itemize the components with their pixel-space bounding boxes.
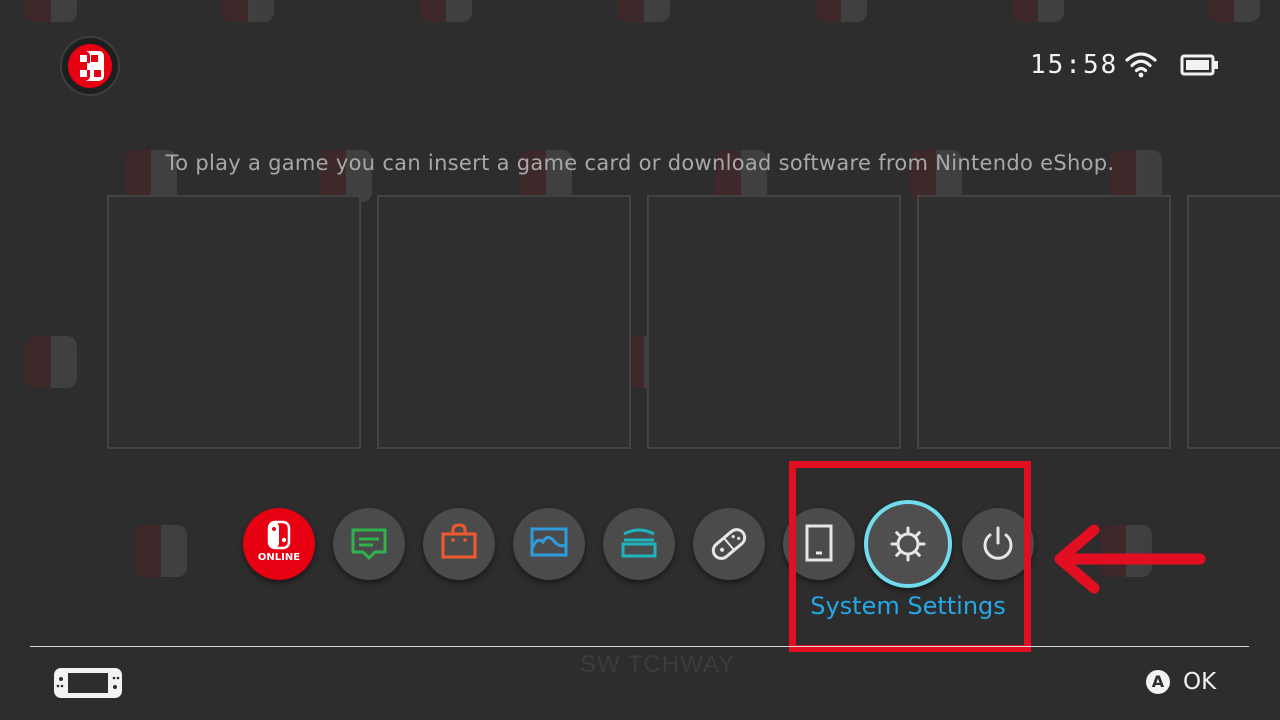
controllers-button[interactable] xyxy=(603,508,675,580)
game-slot[interactable] xyxy=(107,195,361,449)
news-icon xyxy=(351,528,387,560)
watermark-text: SW TCHWAY xyxy=(580,651,736,678)
console-icon xyxy=(53,667,123,703)
game-slot[interactable] xyxy=(1187,195,1280,449)
wifi-icon xyxy=(1124,50,1158,84)
game-slot[interactable] xyxy=(917,195,1171,449)
controllers-icon xyxy=(621,528,657,558)
game-slot[interactable] xyxy=(647,195,901,449)
album-button[interactable] xyxy=(513,508,585,580)
empty-library-hint: To play a game you can insert a game car… xyxy=(165,151,1115,175)
annotation-highlight-box xyxy=(789,461,1031,652)
battery-icon xyxy=(1180,54,1220,80)
clock-time: 15:58 xyxy=(1030,50,1119,80)
user-profile-button[interactable] xyxy=(60,36,120,96)
online-label: ONLINE xyxy=(257,552,301,563)
news-button[interactable] xyxy=(333,508,405,580)
nintendo-switch-online-button[interactable]: ONLINE xyxy=(243,508,315,580)
a-button-icon: A xyxy=(1146,670,1170,694)
arrow-left-icon xyxy=(1054,524,1206,594)
confirm-label: OK xyxy=(1183,669,1217,695)
game-slot[interactable] xyxy=(377,195,631,449)
joycon-button[interactable] xyxy=(693,508,765,580)
joycon-icon xyxy=(711,528,747,560)
eshop-bag-icon xyxy=(441,523,477,559)
eshop-button[interactable] xyxy=(423,508,495,580)
footer-divider xyxy=(30,646,1249,647)
user-avatar-icon xyxy=(68,44,112,88)
album-icon xyxy=(530,527,568,557)
switch-online-icon xyxy=(267,520,291,550)
